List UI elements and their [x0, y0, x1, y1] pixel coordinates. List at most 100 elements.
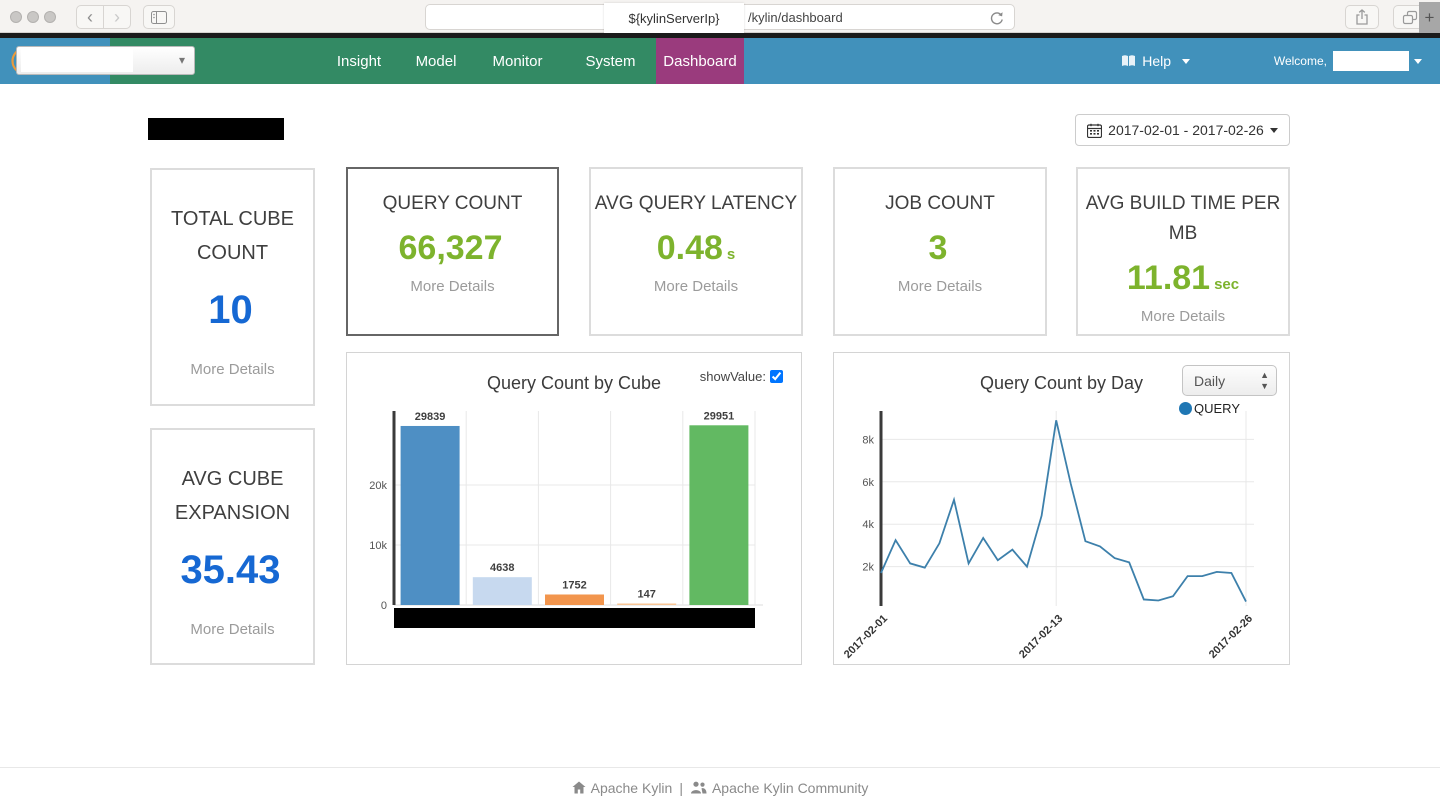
- footer-link-apache-kylin[interactable]: Apache Kylin: [572, 780, 673, 796]
- card-avg-query-latency[interactable]: AVG QUERY LATENCY 0.48s More Details: [589, 167, 803, 336]
- more-details-link[interactable]: More Details: [410, 278, 494, 295]
- card-query-count[interactable]: QUERY COUNT 66,327 More Details: [346, 167, 559, 336]
- show-value-label: showValue:: [700, 369, 766, 384]
- new-tab-button[interactable]: +: [1419, 2, 1440, 33]
- window-zoom-button[interactable]: [44, 11, 56, 23]
- back-button[interactable]: ‹: [76, 5, 104, 29]
- tab-model[interactable]: Model: [402, 38, 470, 84]
- tab-insight-label: Insight: [337, 53, 381, 70]
- help-caret-icon: [1182, 59, 1190, 64]
- project-name-redaction: [21, 49, 133, 72]
- svg-text:29951: 29951: [704, 410, 735, 422]
- svg-text:6k: 6k: [862, 477, 874, 489]
- metric-value-number: 35.43: [180, 548, 280, 592]
- tab-dashboard[interactable]: Dashboard: [656, 38, 744, 84]
- server-ip-redaction: ${kylinServerIp}: [604, 3, 744, 33]
- metric-title: AVG CUBE EXPANSION: [152, 462, 313, 530]
- user-dropdown[interactable]: Welcome,: [1274, 38, 1422, 84]
- tab-model-label: Model: [416, 53, 457, 70]
- svg-text:2017-02-01: 2017-02-01: [842, 613, 890, 661]
- metric-value-number: 66,327: [399, 229, 503, 267]
- tab-dashboard-label: Dashboard: [663, 53, 736, 70]
- window-minimize-button[interactable]: [27, 11, 39, 23]
- metric-title: TOTAL CUBE COUNT: [152, 202, 313, 270]
- book-icon: [1121, 54, 1136, 68]
- footer-link-label: Apache Kylin Community: [712, 780, 868, 796]
- svg-text:147: 147: [638, 589, 656, 601]
- help-dropdown[interactable]: Help: [1121, 38, 1190, 84]
- window-close-button[interactable]: [10, 11, 22, 23]
- date-range-label: 2017-02-01 - 2017-02-26: [1108, 122, 1264, 138]
- svg-text:2k: 2k: [862, 562, 874, 574]
- metric-value-suffix: s: [727, 246, 735, 263]
- chart-legend: QUERY: [1179, 401, 1240, 416]
- footer-link-community[interactable]: Apache Kylin Community: [690, 780, 868, 796]
- interval-select-value: Daily: [1194, 373, 1225, 389]
- query-count-by-day-chart: 2k 4k 6k 8k 2017-02-01 2017-02-13 2017-02-26: [834, 353, 1289, 664]
- metric-value: 66,327: [399, 229, 507, 268]
- metric-value: 35.43: [180, 548, 284, 593]
- sidebar-toggle-button[interactable]: [143, 5, 175, 29]
- bar-chart-card: Query Count by Cube showValue: 010k20k29…: [346, 352, 802, 665]
- more-details-link[interactable]: More Details: [1141, 308, 1225, 325]
- card-job-count[interactable]: JOB COUNT 3 More Details: [833, 167, 1047, 336]
- footer-separator: |: [679, 780, 683, 796]
- tab-system-label: System: [585, 53, 635, 70]
- select-caret-icon: ▾: [179, 53, 185, 67]
- forward-button[interactable]: ›: [103, 5, 131, 29]
- svg-text:20k: 20k: [369, 480, 387, 492]
- card-total-cube-count[interactable]: TOTAL CUBE COUNT 10 More Details: [150, 168, 315, 406]
- plus-icon: +: [1425, 8, 1435, 28]
- interval-select[interactable]: Daily ▲▼: [1182, 365, 1277, 396]
- address-bar[interactable]: ${kylinServerIp} /kylin/dashboard: [425, 4, 1015, 30]
- card-avg-build-time[interactable]: AVG BUILD TIME PER MB 11.81sec More Deta…: [1076, 167, 1290, 336]
- metric-value: 3: [929, 229, 952, 268]
- reload-icon: [989, 10, 1004, 26]
- select-arrows-icon: ▲▼: [1260, 370, 1269, 392]
- metric-value: 10: [208, 288, 257, 333]
- tab-system[interactable]: System: [565, 38, 656, 84]
- svg-text:4k: 4k: [862, 519, 874, 531]
- date-range-picker[interactable]: 2017-02-01 - 2017-02-26: [1075, 114, 1290, 146]
- user-caret-icon: [1414, 59, 1422, 64]
- show-value-control: showValue:: [700, 369, 783, 384]
- svg-text:10k: 10k: [369, 540, 387, 552]
- users-icon: [690, 781, 707, 794]
- more-details-link[interactable]: More Details: [190, 361, 274, 378]
- project-select[interactable]: ▾: [16, 46, 195, 75]
- svg-text:29839: 29839: [415, 411, 446, 423]
- footer: Apache Kylin | Apache Kylin Community: [0, 767, 1440, 807]
- tab-monitor[interactable]: Monitor: [470, 38, 565, 84]
- metric-value-number: 10: [208, 288, 253, 332]
- show-value-checkbox[interactable]: [770, 370, 783, 383]
- metric-title: QUERY COUNT: [383, 189, 523, 219]
- metric-title: JOB COUNT: [885, 189, 995, 219]
- calendar-icon: [1087, 123, 1102, 138]
- reload-button[interactable]: [989, 10, 1004, 26]
- svg-text:2017-02-26: 2017-02-26: [1207, 613, 1255, 661]
- date-caret-icon: [1270, 128, 1278, 133]
- more-details-link[interactable]: More Details: [654, 278, 738, 295]
- sidebar-icon: [151, 11, 167, 24]
- metric-value-number: 11.81: [1127, 259, 1210, 297]
- metric-value-number: 0.48: [657, 229, 723, 267]
- share-button[interactable]: [1345, 5, 1379, 29]
- metric-value-suffix: sec: [1214, 276, 1239, 293]
- tab-insight[interactable]: Insight: [316, 38, 402, 84]
- line-chart-card: Query Count by Day Daily ▲▼ QUERY 2k4k6k…: [833, 352, 1290, 665]
- metric-value-number: 3: [929, 229, 948, 267]
- svg-text:4638: 4638: [490, 562, 514, 574]
- card-avg-cube-expansion[interactable]: AVG CUBE EXPANSION 35.43 More Details: [150, 428, 315, 665]
- svg-text:2017-02-13: 2017-02-13: [1017, 613, 1065, 661]
- svg-text:8k: 8k: [862, 434, 874, 446]
- kylin-navbar: Kylin ▾ Insight Model Monitor System Das…: [0, 38, 1440, 84]
- query-count-by-cube-chart: 010k20k298394638175214729951: [347, 353, 801, 664]
- metric-value: 11.81sec: [1127, 259, 1239, 298]
- tabs-icon: [1402, 10, 1418, 25]
- more-details-link[interactable]: More Details: [190, 621, 274, 638]
- username-redaction: [1333, 51, 1409, 71]
- project-redaction-box: [148, 118, 284, 140]
- tab-monitor-label: Monitor: [492, 53, 542, 70]
- forward-chevron-icon: ›: [114, 7, 120, 28]
- more-details-link[interactable]: More Details: [898, 278, 982, 295]
